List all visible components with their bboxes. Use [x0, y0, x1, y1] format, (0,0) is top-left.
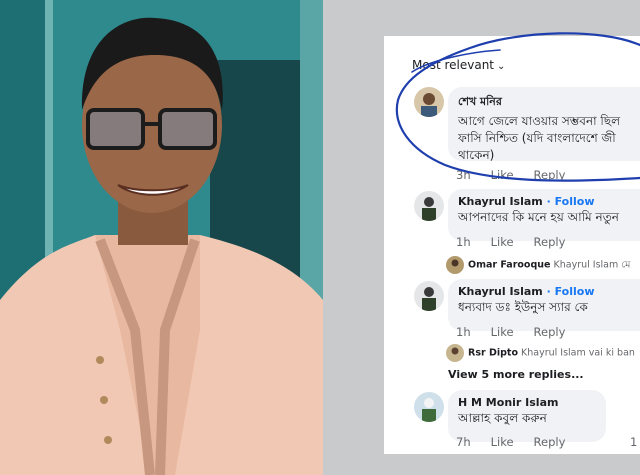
comment-actions: 7h Like Reply	[456, 435, 585, 449]
reply-author[interactable]: Omar Farooque	[468, 260, 550, 271]
view-more-replies[interactable]: View 5 more replies...	[448, 368, 584, 381]
comment-text: আপনাদের কি মনে হয় আমি নতুন	[458, 210, 619, 224]
comment-author[interactable]: Khayrul Islam	[458, 285, 543, 298]
comment-author[interactable]: শেখ মনির	[458, 93, 640, 112]
comment-author[interactable]: H M Monir Islam	[458, 396, 596, 409]
comment-text: থাকেন)	[458, 148, 495, 162]
comment-actions: 3h Like Reply	[456, 168, 585, 182]
reply-button[interactable]: Reply	[534, 235, 566, 249]
comment-bubble: শেখ মনির আগে জেলে যাওয়ার সম্ভবনা ছিল ফা…	[448, 87, 640, 162]
avatar	[446, 256, 464, 274]
comment-bubble: Khayrul Islam · Follow ধন্যবাদ ডঃ ইউনুস …	[448, 279, 640, 331]
comment-text: আল্লাহ কবুল করুন	[458, 411, 547, 425]
sort-label: Most relevant	[412, 58, 495, 72]
avatar[interactable]	[414, 191, 444, 221]
reply-preview[interactable]: Rsr Dipto Khayrul Islam vai ki ban	[446, 344, 635, 362]
sort-dropdown[interactable]: Most relevant ⌄	[412, 58, 505, 72]
comment-actions: 1h Like Reply	[456, 325, 585, 339]
avatar[interactable]	[414, 281, 444, 311]
reply-text: Khayrul Islam vai ki ban	[521, 347, 635, 359]
reply-author[interactable]: Rsr Dipto	[468, 348, 518, 359]
reply-button[interactable]: Reply	[534, 168, 566, 182]
comment-actions: 1h Like Reply	[456, 235, 585, 249]
comment-time: 3h	[456, 168, 471, 182]
comment-time: 7h	[456, 435, 471, 449]
like-button[interactable]: Like	[491, 168, 514, 182]
avatar[interactable]	[414, 87, 444, 117]
comment-time: 1h	[456, 325, 471, 339]
follow-button[interactable]: · Follow	[547, 195, 595, 208]
like-button[interactable]: Like	[491, 325, 514, 339]
like-button[interactable]: Like	[491, 235, 514, 249]
reply-preview[interactable]: Omar Farooque Khayrul Islam মে	[446, 256, 630, 274]
comment-bubble: Khayrul Islam · Follow আপনাদের কি মনে হয…	[448, 189, 640, 241]
follow-button[interactable]: · Follow	[547, 285, 595, 298]
avatar[interactable]	[414, 392, 444, 422]
comment-author[interactable]: Khayrul Islam	[458, 195, 543, 208]
reply-text: Khayrul Islam মে	[553, 259, 631, 271]
avatar	[446, 344, 464, 362]
reply-button[interactable]: Reply	[534, 435, 566, 449]
chevron-down-icon: ⌄	[497, 61, 506, 72]
profile-photo	[0, 0, 323, 475]
reaction-count: 1	[630, 435, 638, 449]
comments-panel: Most relevant ⌄ শেখ মনির আগে জেলে যাওয়ার…	[384, 36, 640, 454]
reply-button[interactable]: Reply	[534, 325, 566, 339]
like-button[interactable]: Like	[491, 435, 514, 449]
comment-text: ধন্যবাদ ডঃ ইউনুস স্যার কে	[458, 300, 588, 314]
comment-time: 1h	[456, 235, 471, 249]
